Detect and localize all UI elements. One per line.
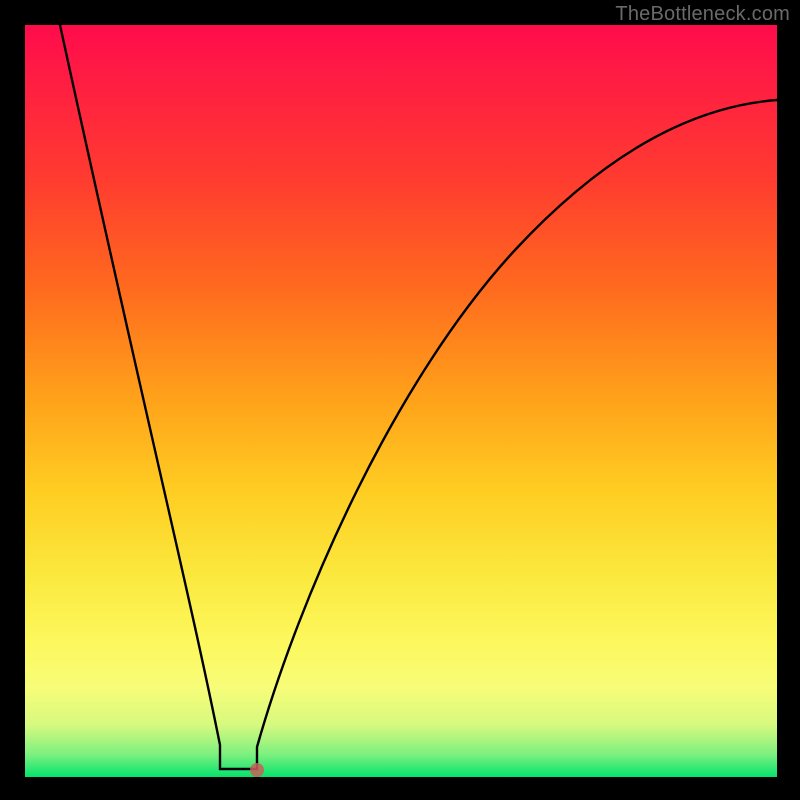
- plot-area: [25, 25, 777, 777]
- marker-dot: [250, 763, 264, 777]
- curve-path: [60, 25, 777, 769]
- watermark: TheBottleneck.com: [615, 3, 790, 26]
- bottleneck-curve: [25, 25, 777, 777]
- chart-container: TheBottleneck.com: [0, 0, 800, 800]
